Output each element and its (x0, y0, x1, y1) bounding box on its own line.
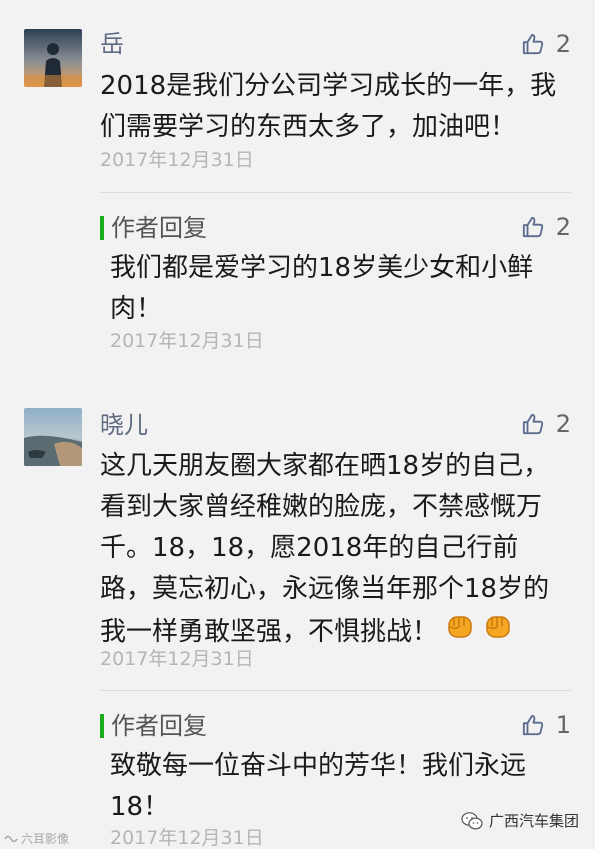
like-count: 2 (555, 213, 571, 241)
like-count: 2 (555, 410, 571, 438)
like-count: 2 (555, 30, 571, 58)
avatar[interactable] (24, 29, 82, 87)
like-button[interactable]: 1 (522, 711, 571, 739)
like-button[interactable]: 2 (522, 30, 571, 58)
watermark-left: 六耳影像 (4, 830, 69, 847)
avatar-image (24, 408, 82, 466)
divider (100, 192, 571, 193)
reply-label: 作者回复 (111, 214, 207, 242)
watermark-logo-icon (4, 835, 18, 842)
reply-label: 作者回复 (111, 712, 207, 740)
watermark-right-text: 广西汽车集团 (488, 812, 579, 830)
reply-date: 2017年12月31日 (110, 330, 264, 352)
thumbs-up-icon[interactable] (522, 714, 544, 736)
comment-nickname[interactable]: 晓儿 (100, 411, 148, 439)
wechat-logo-icon (461, 811, 483, 829)
reply-content: 我们都是爱学习的18岁美少女和小鲜肉！ (110, 253, 534, 324)
comment-nickname[interactable]: 岳 (100, 30, 124, 58)
like-button[interactable]: 2 (522, 213, 571, 241)
avatar-image (24, 29, 82, 87)
reply-indicator-bar (100, 216, 104, 240)
watermark-left-text: 六耳影像 (21, 832, 70, 846)
thumbs-up-icon[interactable] (522, 33, 544, 55)
avatar[interactable] (24, 408, 82, 466)
thumbs-up-icon[interactable] (522, 216, 544, 238)
like-button[interactable]: 2 (522, 410, 571, 438)
watermark-right: 广西汽车集团 (461, 810, 579, 831)
like-count: 1 (555, 711, 571, 739)
reply-indicator-bar (100, 714, 104, 738)
fist-emoji-icon (444, 610, 476, 655)
comments-page: 岳 2 2018是我们分公司学习成长的一年，我们需要学习的东西太多了，加油吧！ … (0, 0, 595, 849)
comment-content: 这几天朋友圈大家都在晒18岁的自己，看到大家曾经稚嫩的脸庞，不禁感慨万千。18，… (100, 446, 570, 655)
thumbs-up-icon[interactable] (522, 413, 544, 435)
fist-emoji-icon (482, 610, 514, 655)
comment-date: 2017年12月31日 (100, 149, 254, 171)
comment-content: 2018是我们分公司学习成长的一年，我们需要学习的东西太多了，加油吧！ (100, 71, 557, 142)
divider (100, 690, 571, 691)
reply-date: 2017年12月31日 (110, 827, 264, 849)
comment-date: 2017年12月31日 (100, 648, 254, 670)
